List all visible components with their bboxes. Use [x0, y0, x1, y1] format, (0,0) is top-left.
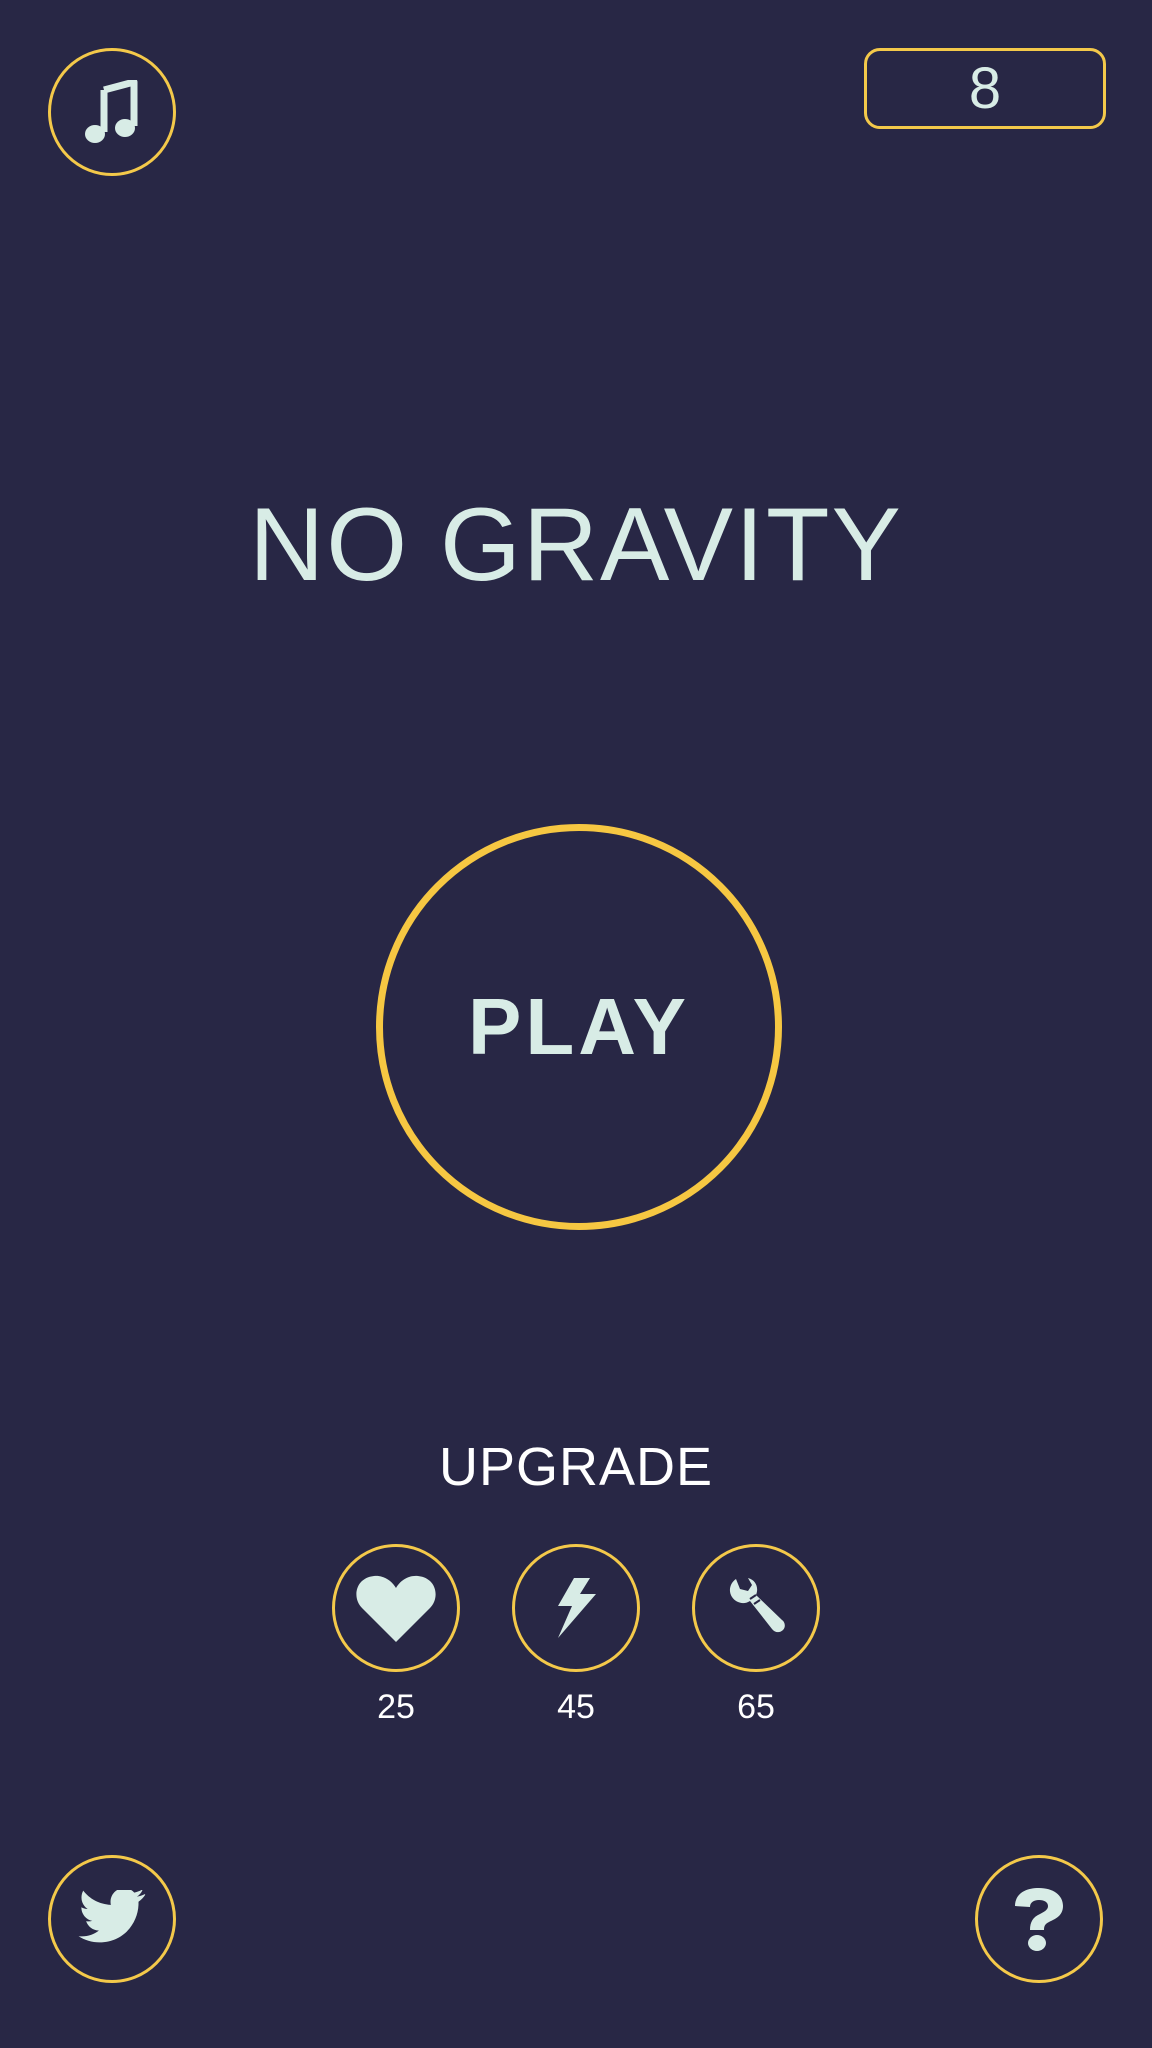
music-note-icon — [85, 80, 138, 143]
wrench-icon — [729, 1578, 785, 1633]
upgrade-heading: UPGRADE — [438, 1437, 714, 1497]
music-toggle-button[interactable] — [48, 48, 176, 176]
play-label: PLAY — [467, 982, 690, 1071]
upgrade-repair: 65 — [692, 1544, 820, 1726]
upgrade-speed-button[interactable] — [512, 1544, 640, 1672]
upgrade-speed-cost: 45 — [557, 1688, 595, 1726]
score-display: 8 — [864, 48, 1106, 129]
upgrade-speed: 45 — [512, 1544, 640, 1726]
play-button[interactable]: PLAY — [376, 824, 782, 1230]
lightning-icon — [558, 1578, 596, 1638]
help-button[interactable] — [975, 1855, 1103, 1983]
upgrade-health: 25 — [332, 1544, 460, 1726]
heart-icon — [356, 1575, 436, 1642]
game-title: NO GRAVITY — [249, 487, 903, 603]
upgrade-repair-button[interactable] — [692, 1544, 820, 1672]
score-value: 8 — [968, 56, 1002, 121]
twitter-button[interactable] — [48, 1855, 176, 1983]
upgrade-health-button[interactable] — [332, 1544, 460, 1672]
upgrade-repair-cost: 65 — [737, 1688, 775, 1726]
twitter-bird-icon — [78, 1890, 146, 1943]
upgrade-health-cost: 25 — [377, 1688, 415, 1726]
question-mark-icon — [1015, 1888, 1063, 1951]
